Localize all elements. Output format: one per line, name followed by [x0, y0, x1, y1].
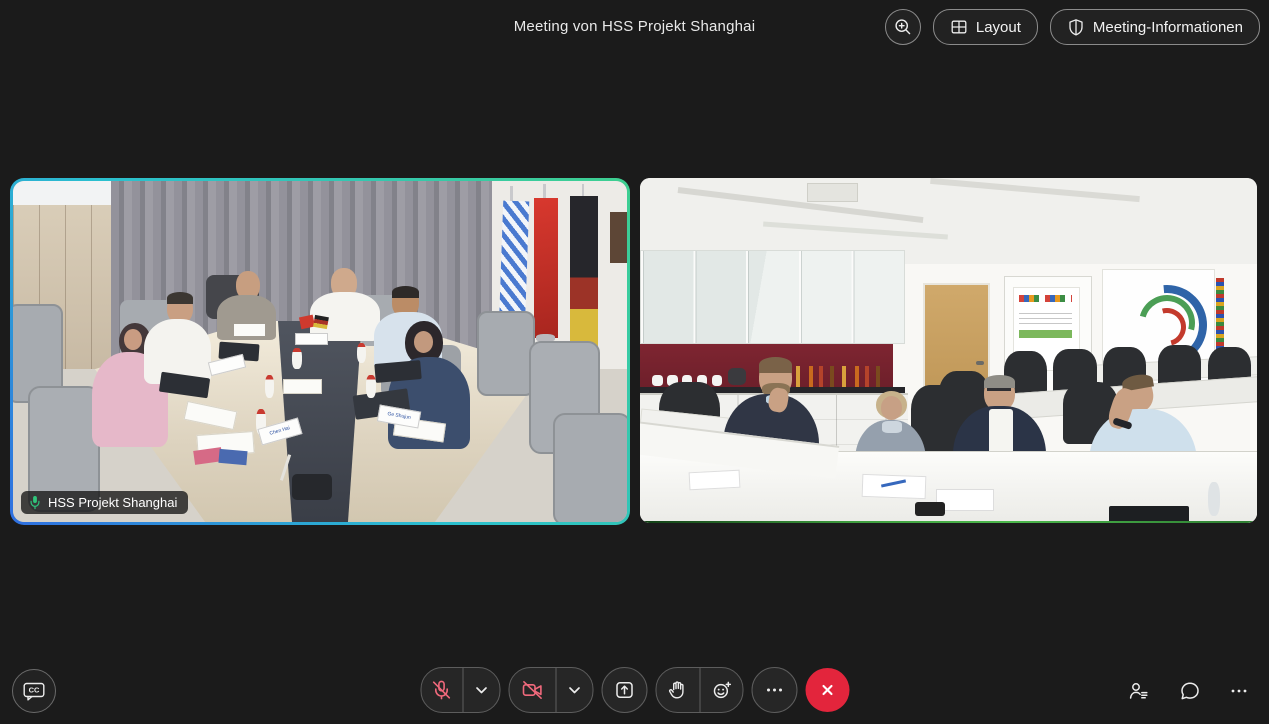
start-video-button[interactable] — [509, 668, 555, 712]
flag-germany — [570, 196, 598, 353]
reactions-control — [655, 667, 743, 713]
microphone-on-icon — [28, 495, 42, 510]
meeting-information-button[interactable]: Meeting-Informationen — [1050, 9, 1260, 45]
magnifier-plus-icon — [893, 17, 913, 37]
paper — [862, 474, 926, 499]
reactions-button[interactable] — [700, 668, 742, 712]
name-card — [295, 333, 328, 345]
participant-collar — [882, 421, 902, 433]
mug — [652, 375, 662, 385]
participant-face — [124, 329, 142, 349]
shield-icon — [1067, 18, 1085, 36]
shanghai-room-video: Chen Hai Ge Shujun HSS Projekt Shanghai — [13, 181, 627, 522]
picture-frame — [610, 212, 627, 263]
green-edge-line — [640, 521, 1257, 523]
participants-button[interactable] — [1127, 679, 1151, 703]
raise-hand-icon — [667, 679, 689, 701]
poster-green-bar — [1019, 330, 1071, 338]
meeting-information-label: Meeting-Informationen — [1093, 19, 1243, 36]
poster-marks — [1019, 295, 1071, 302]
share-screen-button[interactable] — [601, 667, 647, 713]
camera-off-icon — [520, 678, 544, 702]
microphone-control — [420, 667, 500, 713]
chat-bubble-icon — [1178, 679, 1202, 703]
participant-hair-grey — [984, 375, 1014, 388]
door-handle — [976, 361, 985, 365]
participant-hair — [759, 357, 792, 373]
participant-hair — [167, 292, 193, 304]
participant-hair — [392, 286, 418, 298]
paper — [283, 379, 322, 395]
overflow-menu-button[interactable] — [1229, 681, 1249, 701]
camera-options-button[interactable] — [556, 668, 592, 712]
active-speaker-name: HSS Projekt Shanghai — [48, 495, 177, 510]
participant-glasses — [987, 388, 1011, 391]
paper — [689, 470, 741, 490]
microphone-muted-icon — [430, 678, 454, 702]
closed-captions-icon: CC — [22, 680, 46, 703]
raise-hand-button[interactable] — [656, 668, 699, 712]
ceiling-vent — [807, 183, 858, 202]
kettle — [728, 368, 747, 385]
mug — [712, 375, 722, 385]
participants-icon — [1127, 679, 1151, 703]
more-options-button[interactable] — [751, 667, 797, 713]
leave-meeting-button[interactable] — [805, 668, 849, 712]
participant-face — [881, 396, 903, 419]
chair — [553, 413, 627, 522]
zoom-videos-button[interactable] — [885, 9, 921, 45]
water-bottle — [265, 375, 274, 397]
poster-lines — [1019, 313, 1071, 325]
speakerphone — [292, 474, 332, 500]
participant-face — [414, 331, 433, 352]
flag-china — [534, 198, 557, 338]
unmute-button[interactable] — [421, 668, 462, 712]
microphone-options-button[interactable] — [463, 668, 499, 712]
paper — [234, 324, 265, 336]
layout-button[interactable]: Layout — [933, 9, 1038, 45]
closed-captions-button[interactable]: CC — [12, 669, 56, 713]
laptop — [375, 360, 423, 383]
smiley-plus-icon — [710, 679, 732, 701]
phone — [915, 502, 946, 516]
cc-label: CC — [29, 685, 40, 694]
mini-flag-china — [299, 314, 315, 328]
layout-button-label: Layout — [976, 19, 1021, 36]
chevron-down-icon — [471, 680, 491, 700]
chevron-down-icon — [564, 680, 584, 700]
chat-button[interactable] — [1178, 679, 1202, 703]
grid-layout-icon — [950, 18, 968, 36]
video-tile-hss-projekt-shanghai[interactable]: Chen Hai Ge Shujun HSS Projekt Shanghai — [10, 178, 630, 525]
active-speaker-badge: HSS Projekt Shanghai — [21, 491, 188, 514]
webex-meeting-window: Meeting von HSS Projekt Shanghai Layout — [0, 0, 1269, 724]
panel-controls — [1127, 669, 1249, 713]
call-controls — [420, 667, 849, 713]
water-bottle — [292, 348, 301, 368]
close-x-icon — [817, 680, 837, 700]
video-tile-remote-room[interactable] — [640, 178, 1257, 523]
participant-white-shirt — [989, 409, 1014, 454]
folder-blue — [219, 449, 248, 465]
header-actions: Layout Meeting-Informationen — [885, 9, 1260, 45]
chair — [477, 311, 535, 397]
glass-cabinets — [640, 250, 905, 343]
mini-flag-germany — [313, 315, 328, 329]
water-bottle — [366, 375, 376, 397]
ellipsis-icon — [764, 680, 784, 700]
water-bottle — [1208, 482, 1220, 517]
water-bottle — [357, 343, 366, 363]
share-screen-icon — [613, 679, 635, 701]
camera-control — [508, 667, 593, 713]
ellipsis-icon — [1229, 681, 1249, 701]
